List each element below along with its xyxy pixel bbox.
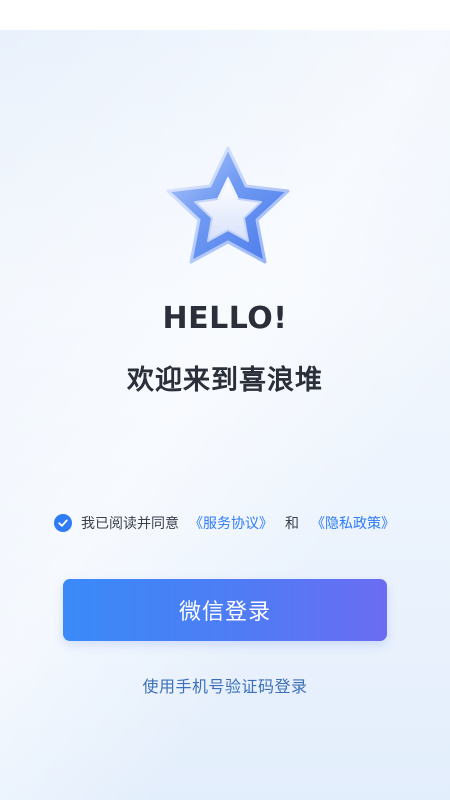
checkmark-icon [58, 519, 68, 527]
agreement-conjunction: 和 [285, 516, 299, 532]
login-screen: HELLO! 欢迎来到喜浪堆 我已阅读并同意 《服务协议》 和 《隐私政策》 微… [0, 0, 450, 800]
agreement-row: 我已阅读并同意 《服务协议》 和 《隐私政策》 [54, 511, 395, 535]
welcome-title: 欢迎来到喜浪堆 [127, 365, 323, 396]
privacy-policy-link[interactable]: 《隐私政策》 [311, 513, 395, 533]
agreement-prefix: 我已阅读并同意 [81, 516, 179, 532]
phone-login-link[interactable]: 使用手机号验证码登录 [0, 673, 450, 697]
wechat-login-button[interactable]: 微信登录 [63, 579, 387, 641]
hello-title: HELLO! [162, 301, 288, 336]
star-icon [162, 144, 294, 274]
service-agreement-link[interactable]: 《服务协议》 [189, 513, 273, 533]
agreement-checkbox[interactable] [54, 514, 72, 532]
